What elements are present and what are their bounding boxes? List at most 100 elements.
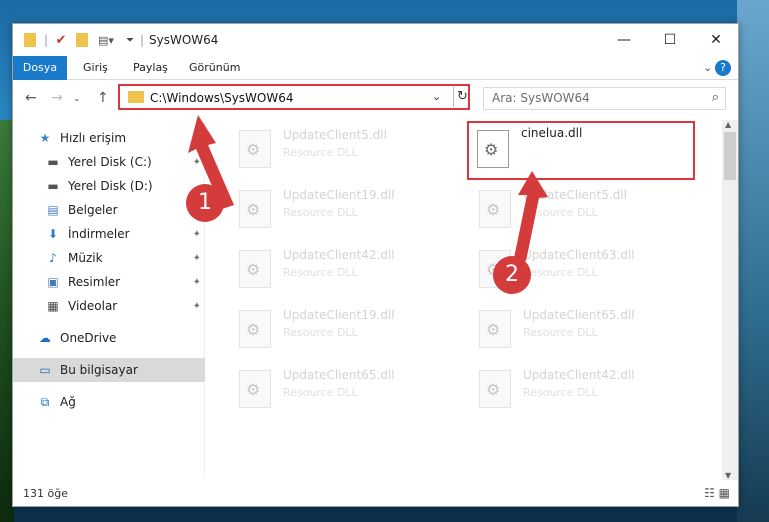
sidebar-item-onedrive[interactable]: ☁ OneDrive: [13, 326, 205, 350]
computer-icon: ▭: [39, 363, 51, 377]
view-buttons: ☷ ▦: [704, 486, 730, 500]
close-icon: ✕: [710, 32, 722, 48]
file-desc: Resource DLL: [523, 386, 598, 399]
address-dropdown-icon[interactable]: ⌄: [432, 90, 441, 103]
back-button[interactable]: ←: [25, 90, 37, 106]
recent-locations-button[interactable]: ⌄: [73, 94, 81, 104]
help-icon: ?: [715, 60, 731, 76]
chevron-down-icon: ⌄: [73, 94, 81, 104]
drive-icon: ▬: [47, 179, 59, 193]
properties-icon[interactable]: ✔: [53, 31, 69, 49]
item-count: 131 öğe: [23, 487, 68, 500]
file-item[interactable]: UpdateClient42.dll Resource DLL: [231, 244, 451, 292]
file-item[interactable]: UpdateClient65.dll Resource DLL: [471, 304, 691, 352]
separator: |: [139, 33, 145, 47]
dll-file-icon: [479, 310, 511, 348]
file-desc: Resource DLL: [283, 206, 358, 219]
sidebar-item-label: İndirmeler: [68, 227, 130, 241]
close-button[interactable]: ✕: [693, 24, 739, 56]
maximize-button[interactable]: ☐: [647, 24, 693, 56]
file-name: UpdateClient65.dll: [523, 308, 635, 322]
details-view-icon[interactable]: ☷: [704, 486, 715, 500]
file-name: UpdateClient42.dll: [523, 368, 635, 382]
file-item[interactable]: UpdateClient19.dll Resource DLL: [231, 184, 451, 232]
search-input[interactable]: Ara: SysWOW64: [492, 91, 590, 105]
folder-icon: [128, 91, 144, 103]
sidebar-item-network[interactable]: ⧉ Ağ: [13, 390, 205, 414]
dll-file-icon: [239, 250, 271, 288]
annotation-badge-2: 2: [493, 256, 531, 294]
sidebar-item-label: Ağ: [60, 395, 76, 409]
file-desc: Resource DLL: [283, 266, 358, 279]
sidebar-item-label: Resimler: [68, 275, 121, 289]
vertical-scrollbar[interactable]: ▲ ▼: [722, 120, 738, 480]
window-title: SysWOW64: [149, 33, 219, 47]
help-button[interactable]: ?: [715, 56, 733, 80]
desktop-background-right: [737, 0, 769, 522]
up-arrow-icon: ↑: [97, 90, 109, 106]
file-desc: Resource DLL: [283, 146, 358, 159]
file-desc: Resource DLL: [283, 326, 358, 339]
refresh-icon: ↻: [457, 89, 468, 104]
sidebar-item-label: Yerel Disk (C:): [68, 155, 152, 169]
file-item[interactable]: UpdateClient42.dll Resource DLL: [471, 364, 691, 412]
scroll-up-icon[interactable]: ▲: [725, 120, 731, 129]
music-icon: ♪: [49, 251, 57, 265]
sidebar-item-pictures[interactable]: ▣ Resimler ✦: [13, 270, 205, 294]
pin-icon: ✦: [192, 228, 201, 240]
forward-button[interactable]: →: [51, 90, 63, 106]
status-bar: 131 öğe ☷ ▦: [13, 482, 738, 506]
separator: |: [43, 33, 49, 47]
up-button[interactable]: ↑: [97, 90, 109, 106]
refresh-button[interactable]: ↻: [453, 87, 471, 107]
minimize-icon: —: [617, 32, 631, 48]
view-options-icon[interactable]: ▤▾: [95, 31, 117, 49]
minimize-button[interactable]: —: [601, 24, 647, 56]
sidebar-item-videos[interactable]: ▦ Videolar ✦: [13, 294, 205, 318]
tab-giris[interactable]: Giriş: [73, 56, 118, 80]
forward-arrow-icon: →: [51, 90, 63, 106]
sidebar-item-downloads[interactable]: ⬇ İndirmeler ✦: [13, 222, 205, 246]
large-icons-view-icon[interactable]: ▦: [719, 486, 730, 500]
tab-paylas[interactable]: Paylaş: [123, 56, 178, 80]
videos-icon: ▦: [47, 299, 59, 313]
drive-icon: ▬: [47, 155, 59, 169]
file-item[interactable]: UpdateClient65.dll Resource DLL: [231, 364, 451, 412]
network-icon: ⧉: [40, 395, 50, 409]
sidebar-item-label: Müzik: [68, 251, 103, 265]
ribbon: Dosya Giriş Paylaş Görünüm ⌄ ?: [13, 56, 738, 80]
sidebar-item-label: Videolar: [68, 299, 118, 313]
file-item[interactable]: UpdateClient19.dll Resource DLL: [231, 304, 451, 352]
sidebar-item-this-pc[interactable]: ▭ Bu bilgisayar: [13, 358, 205, 382]
sidebar-item-label: Yerel Disk (D:): [68, 179, 153, 193]
scroll-thumb[interactable]: [724, 132, 736, 180]
file-name: UpdateClient65.dll: [283, 368, 395, 382]
file-name: UpdateClient5.dll: [283, 128, 387, 142]
maximize-icon: ☐: [663, 32, 677, 48]
download-icon: ⬇: [47, 227, 59, 241]
dll-file-icon: [239, 310, 271, 348]
pin-icon: ✦: [192, 276, 201, 288]
star-icon: ★: [39, 131, 51, 145]
search-box[interactable]: Ara: SysWOW64 ⌕: [483, 87, 726, 110]
dll-file-icon: [479, 370, 511, 408]
sidebar-item-label: Hızlı erişim: [60, 131, 127, 145]
sidebar-item-label: Bu bilgisayar: [60, 363, 138, 377]
explorer-window: | ✔ ▤▾ ⏷ | SysWOW64 — ☐ ✕ Dosya Giriş Pa…: [12, 23, 739, 507]
file-item[interactable]: UpdateClient5.dll Resource DLL: [231, 124, 451, 172]
new-folder-icon[interactable]: [75, 31, 89, 49]
search-icon[interactable]: ⌕: [712, 90, 719, 105]
tab-dosya[interactable]: Dosya: [13, 56, 67, 80]
folder-icon: [23, 31, 37, 49]
sidebar-item-music[interactable]: ♪ Müzik ✦: [13, 246, 205, 270]
pin-icon: ✦: [192, 300, 201, 312]
annotation-badge-1: 1: [186, 184, 224, 222]
file-name: UpdateClient42.dll: [283, 248, 395, 262]
file-name: UpdateClient19.dll: [283, 188, 395, 202]
file-desc: Resource DLL: [523, 326, 598, 339]
file-desc: Resource DLL: [283, 386, 358, 399]
tab-gorunum[interactable]: Görünüm: [179, 56, 250, 80]
scroll-down-icon[interactable]: ▼: [725, 471, 731, 480]
customize-toolbar-icon[interactable]: ⏷: [123, 31, 137, 49]
cloud-icon: ☁: [39, 331, 51, 345]
